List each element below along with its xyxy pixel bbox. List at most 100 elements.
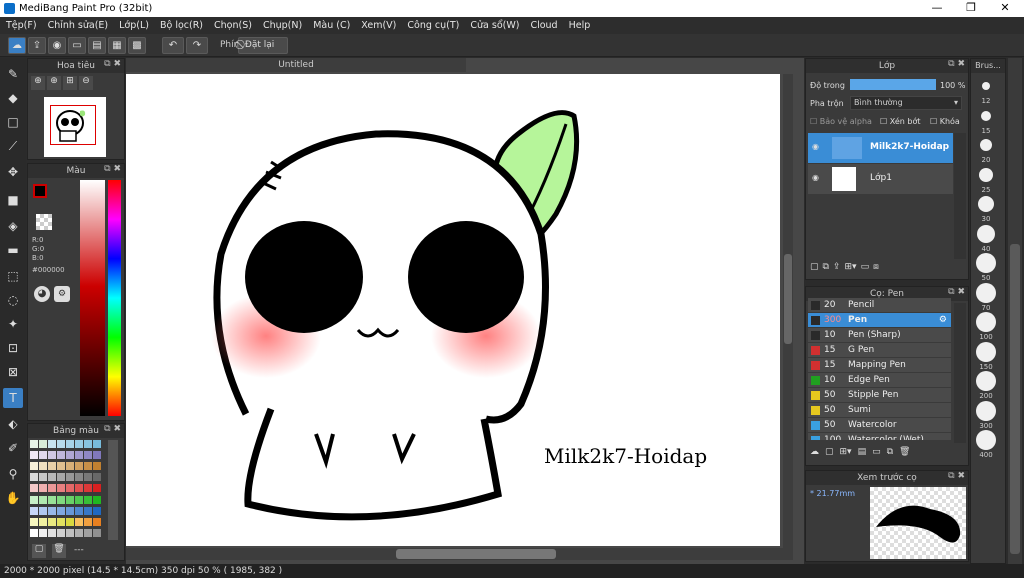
zoom-out-icon[interactable]: ⊖	[79, 76, 93, 90]
merge-layer-icon[interactable]: ⧈	[873, 262, 879, 276]
vertical-scrollbar[interactable]	[783, 74, 793, 548]
palette-swatch[interactable]	[30, 473, 38, 482]
brush-row[interactable]: 20 Pencil	[808, 298, 951, 313]
palette-swatch[interactable]	[39, 495, 47, 504]
shade-slider[interactable]	[80, 180, 105, 416]
close-icon[interactable]: ⧉ ✖	[104, 424, 121, 434]
palette-swatch[interactable]	[39, 440, 47, 448]
move-tool-icon[interactable]: ✥	[3, 162, 23, 182]
palette-swatch[interactable]	[48, 506, 56, 515]
brush-row[interactable]: 300 Pen ⚙	[808, 313, 951, 328]
palette-swatch[interactable]	[84, 440, 92, 448]
pen-tool-icon[interactable]: ⟋	[3, 136, 23, 156]
zoom-in-icon[interactable]: ⊕	[31, 76, 45, 90]
palette-swatch[interactable]	[48, 495, 56, 504]
palette-swatch[interactable]	[93, 484, 101, 493]
brush-size-dot[interactable]	[976, 371, 996, 391]
palette-swatch[interactable]	[48, 451, 56, 460]
palette-swatch[interactable]	[48, 484, 56, 493]
folder-icon[interactable]: ▭	[861, 262, 870, 276]
menu-tools[interactable]: Công cụ(T)	[407, 20, 459, 31]
palette-swatch[interactable]	[75, 440, 83, 448]
brush-row[interactable]: 15 G Pen	[808, 343, 951, 358]
palette-swatch[interactable]	[57, 528, 65, 537]
brush-tool-icon[interactable]: ✎	[3, 64, 23, 84]
palette-swatch[interactable]	[39, 462, 47, 471]
palette-swatch[interactable]	[57, 473, 65, 482]
menu-cloud[interactable]: Cloud	[530, 20, 557, 31]
menu-color[interactable]: Màu (C)	[313, 20, 350, 31]
chat-icon[interactable]: ▭	[68, 37, 86, 54]
drawing-canvas[interactable]: Milk2k7-Hoidap	[126, 74, 780, 546]
navigator-thumbnail[interactable]	[44, 97, 106, 157]
grid-icon[interactable]: ▩	[128, 37, 146, 54]
palette-swatch[interactable]	[57, 506, 65, 515]
eye-icon[interactable]: ◉	[812, 142, 819, 151]
opacity-slider[interactable]	[850, 79, 936, 90]
palette-swatch[interactable]	[75, 528, 83, 537]
layer-row[interactable]: ◉ Lớp1	[808, 164, 953, 194]
palette-swatch[interactable]	[66, 517, 74, 526]
close-button[interactable]: ✕	[988, 0, 1022, 17]
palette-swatch[interactable]	[39, 506, 47, 515]
brush-size-dot[interactable]	[976, 341, 996, 362]
brush-row[interactable]: 10 Edge Pen	[808, 373, 951, 388]
gradient-tool-icon[interactable]: ▬	[3, 240, 23, 260]
palette-swatch[interactable]	[30, 506, 38, 515]
palette-swatch[interactable]	[93, 528, 101, 537]
brush-size-dot[interactable]	[979, 167, 993, 182]
palette-swatch[interactable]	[39, 528, 47, 537]
palette-swatch[interactable]	[57, 462, 65, 471]
palette-swatch[interactable]	[57, 440, 65, 448]
brush-size-dot[interactable]	[976, 282, 996, 303]
color-settings-icon[interactable]: ⚙	[54, 286, 70, 302]
brush-row[interactable]: 10 Pen (Sharp)	[808, 328, 951, 343]
clip-checkbox[interactable]: ☐ Xén bớt	[880, 117, 920, 126]
protect-alpha-checkbox[interactable]: ☐ Bảo vệ alpha	[810, 117, 872, 126]
palette-swatch[interactable]	[93, 517, 101, 526]
menu-file[interactable]: Tệp(F)	[6, 20, 37, 31]
palette-swatch[interactable]	[93, 495, 101, 504]
brush-size-dot[interactable]	[981, 110, 991, 121]
palette-swatch[interactable]	[84, 473, 92, 482]
eye-icon[interactable]: ◉	[812, 173, 819, 182]
palette-swatch[interactable]	[84, 495, 92, 504]
reset-button[interactable]: ⃠ Đặt lại	[238, 37, 288, 54]
palette-wheel-icon[interactable]: ◕	[34, 286, 50, 302]
delete-palette-icon[interactable]: 🗑	[52, 544, 66, 558]
delete-brush-icon[interactable]: 🗑	[899, 447, 910, 461]
palette-swatch[interactable]	[30, 495, 38, 504]
minimize-button[interactable]: —	[920, 0, 954, 17]
palette-swatch[interactable]	[84, 484, 92, 493]
menu-edit[interactable]: Chỉnh sửa(E)	[48, 20, 109, 31]
add-brush-icon[interactable]: ⊞▾	[840, 447, 852, 461]
palette-swatch[interactable]	[48, 528, 56, 537]
brush-row[interactable]: 15 Mapping Pen	[808, 358, 951, 373]
cloud-icon[interactable]: ☁	[8, 37, 26, 54]
palette-swatch[interactable]	[30, 484, 38, 493]
palette-swatch[interactable]	[66, 528, 74, 537]
menu-view[interactable]: Xem(V)	[361, 20, 396, 31]
palette-swatch[interactable]	[66, 484, 74, 493]
select-rect-icon[interactable]: ⬚	[3, 266, 23, 286]
palette-swatch[interactable]	[93, 440, 101, 448]
new-layer-icon[interactable]: ▢	[810, 262, 819, 276]
blur-tool-icon[interactable]: ✐	[3, 438, 23, 458]
transparent-color-swatch[interactable]	[36, 214, 52, 230]
palette-swatch[interactable]	[66, 506, 74, 515]
menu-window[interactable]: Cửa sổ(W)	[470, 20, 519, 31]
gear-icon[interactable]: ⚙	[939, 313, 947, 328]
menu-help[interactable]: Help	[569, 20, 591, 31]
brush-row[interactable]: 50 Watercolor	[808, 418, 951, 433]
brush-row[interactable]: 50 Sumi	[808, 403, 951, 418]
palette-swatch[interactable]	[84, 506, 92, 515]
palette-swatch[interactable]	[48, 517, 56, 526]
zoom-in-icon-2[interactable]: ⊕	[47, 76, 61, 90]
brush-scrollbar[interactable]	[954, 303, 966, 443]
palette-scrollbar[interactable]	[108, 440, 118, 540]
brush-row[interactable]: 100 Watercolor (Wet)	[808, 433, 951, 441]
palette-swatch[interactable]	[57, 451, 65, 460]
new-brush-icon[interactable]: ▢	[825, 447, 834, 461]
bucket-tool-icon[interactable]: ◈	[3, 216, 23, 236]
new-palette-icon[interactable]: ▢	[32, 544, 46, 558]
